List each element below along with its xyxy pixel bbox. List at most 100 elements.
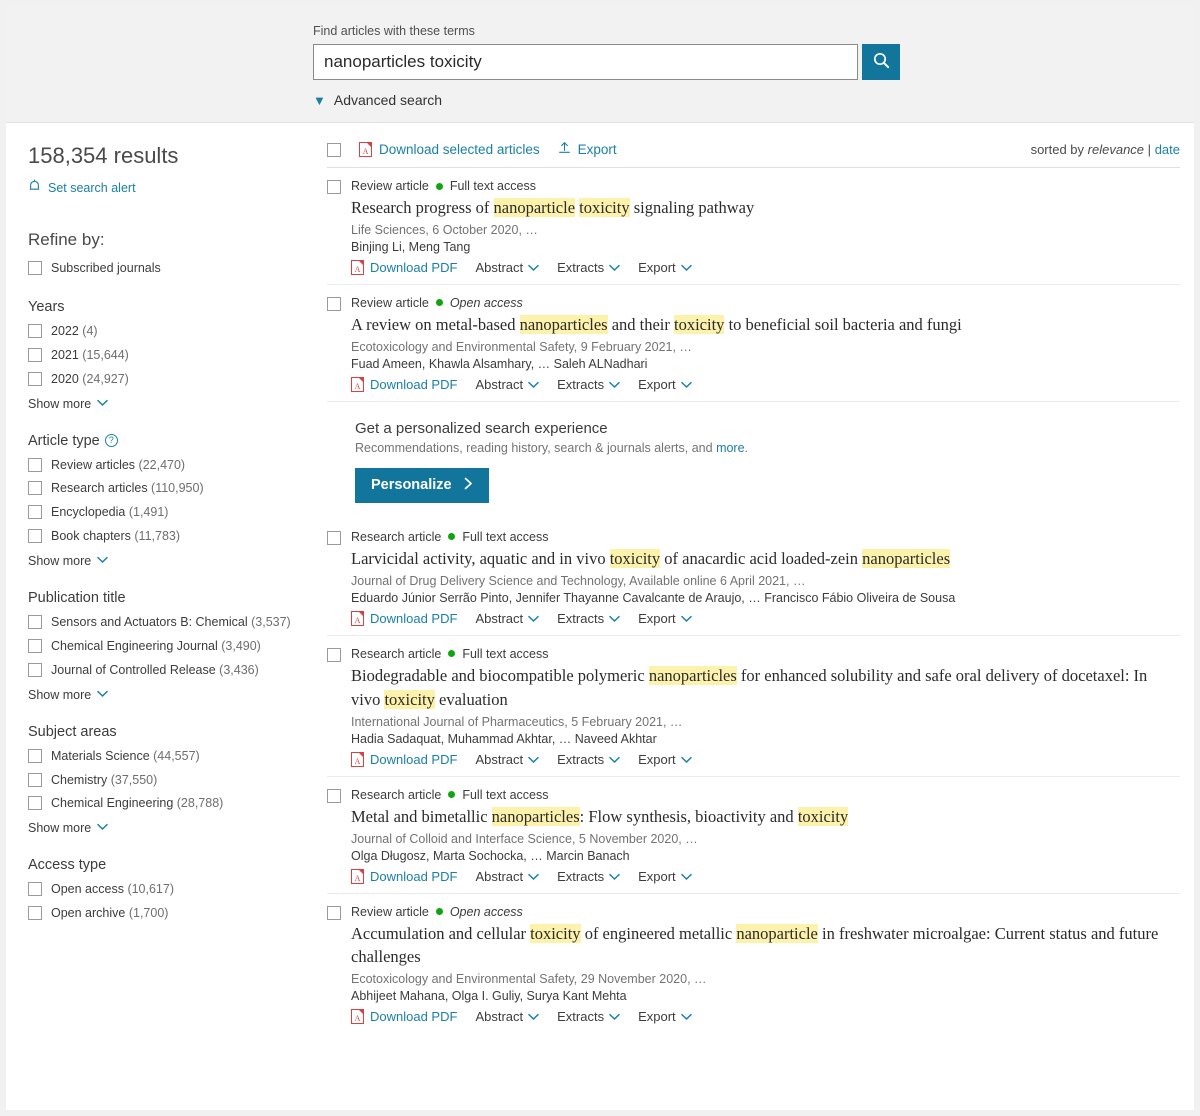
- export-toggle[interactable]: Export: [638, 752, 692, 767]
- result-title[interactable]: A review on metal-based nanoparticles an…: [351, 313, 1180, 337]
- checkbox[interactable]: [28, 371, 42, 386]
- checkbox[interactable]: [28, 347, 42, 362]
- facet-option[interactable]: Chemistry (37,550): [28, 772, 293, 789]
- download-pdf-button[interactable]: Download PDF: [351, 868, 457, 884]
- help-icon[interactable]: ?: [104, 434, 118, 447]
- checkbox[interactable]: [28, 796, 42, 811]
- facet-option[interactable]: Sensors and Actuators B: Chemical (3,537…: [28, 614, 293, 631]
- highlighted-term: toxicity: [609, 548, 661, 568]
- checkbox[interactable]: [28, 481, 42, 496]
- sort-date[interactable]: date: [1155, 142, 1180, 157]
- select-all-checkbox[interactable]: [327, 142, 341, 157]
- facet-option[interactable]: 2022 (4): [28, 323, 293, 340]
- facet-option[interactable]: Encyclopedia (1,491): [28, 504, 293, 521]
- extracts-toggle[interactable]: Extracts: [557, 260, 620, 275]
- checkbox[interactable]: [28, 772, 42, 787]
- show-more-button[interactable]: Show more: [28, 688, 293, 702]
- download-selected-articles-button[interactable]: Download selected articles: [359, 141, 540, 157]
- result-checkbox[interactable]: [327, 905, 341, 920]
- facet-option[interactable]: 2021 (15,644): [28, 347, 293, 364]
- facet-option[interactable]: Chemical Engineering Journal (3,490): [28, 638, 293, 655]
- result-title[interactable]: Accumulation and cellular toxicity of en…: [351, 922, 1180, 970]
- result-checkbox[interactable]: [327, 530, 341, 545]
- checkbox[interactable]: [28, 323, 42, 338]
- facet-label: Book chapters (11,783): [51, 529, 181, 544]
- chevron-down-icon: [609, 377, 620, 392]
- set-search-alert-button[interactable]: Set search alert: [28, 179, 293, 196]
- export-toggle[interactable]: Export: [638, 611, 692, 626]
- checkbox[interactable]: [28, 457, 42, 472]
- result-title[interactable]: Larvicidal activity, aquatic and in vivo…: [351, 547, 1180, 571]
- extracts-toggle[interactable]: Extracts: [557, 869, 620, 884]
- article-type: Research article: [351, 529, 442, 544]
- result-title[interactable]: Metal and bimetallic nanoparticles: Flow…: [351, 805, 1180, 829]
- facet-label: Chemical Engineering (28,788): [51, 796, 224, 811]
- download-pdf-button[interactable]: Download PDF: [351, 1009, 457, 1025]
- result-checkbox[interactable]: [327, 180, 341, 194]
- download-pdf-button[interactable]: Download PDF: [351, 376, 457, 392]
- extracts-toggle[interactable]: Extracts: [557, 752, 620, 767]
- extracts-toggle-label: Extracts: [557, 610, 605, 626]
- result-checkbox[interactable]: [327, 788, 341, 803]
- facet-option[interactable]: Chemical Engineering (28,788): [28, 795, 293, 812]
- facet-option[interactable]: Open access (10,617): [28, 881, 293, 898]
- facet-heading: Publication title: [28, 590, 293, 606]
- search-button[interactable]: [862, 44, 900, 80]
- abstract-toggle[interactable]: Abstract: [475, 611, 539, 626]
- facet-count: (3,436): [219, 662, 259, 677]
- abstract-toggle[interactable]: Abstract: [475, 752, 539, 767]
- show-more-button[interactable]: Show more: [28, 397, 293, 411]
- extracts-toggle[interactable]: Extracts: [557, 377, 620, 392]
- checkbox[interactable]: [28, 662, 42, 677]
- abstract-toggle[interactable]: Abstract: [475, 260, 539, 275]
- checkbox[interactable]: [28, 882, 42, 897]
- abstract-toggle-label: Abstract: [475, 259, 524, 275]
- result-meta: Research article Full text access: [351, 530, 1180, 544]
- export-toggle[interactable]: Export: [638, 377, 692, 392]
- result-body: Review article Open access Accumulation an…: [351, 905, 1180, 1025]
- facet-option[interactable]: Journal of Controlled Release (3,436): [28, 662, 293, 679]
- export-toggle[interactable]: Export: [638, 869, 692, 884]
- promo-more-link[interactable]: more: [716, 441, 744, 455]
- export-button[interactable]: Export: [558, 141, 617, 157]
- facet-option[interactable]: Book chapters (11,783): [28, 528, 293, 545]
- download-pdf-button[interactable]: Download PDF: [351, 751, 457, 767]
- checkbox[interactable]: [28, 906, 42, 921]
- result-checkbox[interactable]: [327, 647, 341, 662]
- show-more-label: Show more: [28, 396, 92, 411]
- checkbox[interactable]: [28, 505, 42, 520]
- abstract-toggle[interactable]: Abstract: [475, 869, 539, 884]
- facet-option[interactable]: Research articles (110,950): [28, 480, 293, 497]
- show-more-button[interactable]: Show more: [28, 554, 293, 568]
- checkbox[interactable]: [28, 529, 42, 544]
- personalize-button[interactable]: Personalize: [355, 467, 489, 503]
- checkbox[interactable]: [28, 261, 42, 275]
- facet-option[interactable]: Review articles (22,470): [28, 457, 293, 474]
- abstract-toggle[interactable]: Abstract: [475, 1009, 539, 1024]
- advanced-search-toggle[interactable]: ▼﻿ Advanced search: [313, 92, 1194, 108]
- chevron-down-icon: [680, 377, 692, 392]
- abstract-toggle[interactable]: Abstract: [475, 377, 539, 392]
- result-item: Review article Full text access Research p…: [327, 168, 1180, 285]
- search-input[interactable]: [313, 44, 858, 80]
- checkbox[interactable]: [28, 638, 42, 653]
- checkbox[interactable]: [28, 615, 42, 629]
- sort-relevance[interactable]: relevance: [1088, 142, 1144, 157]
- result-checkbox[interactable]: [327, 296, 341, 311]
- extracts-toggle[interactable]: Extracts: [557, 611, 620, 626]
- extracts-toggle[interactable]: Extracts: [557, 1009, 620, 1024]
- download-pdf-button[interactable]: Download PDF: [351, 610, 457, 626]
- checkbox[interactable]: [28, 748, 42, 763]
- show-more-button[interactable]: Show more: [28, 821, 293, 835]
- result-item: Research article Full text access Biodegra…: [327, 636, 1180, 777]
- facet-option[interactable]: 2020 (24,927): [28, 371, 293, 388]
- export-toggle[interactable]: Export: [638, 1009, 692, 1024]
- export-toggle[interactable]: Export: [638, 260, 692, 275]
- result-title[interactable]: Research progress of nanoparticle toxici…: [351, 196, 1180, 220]
- facet-option[interactable]: Open archive (1,700): [28, 905, 293, 922]
- download-pdf-button[interactable]: Download PDF: [351, 259, 457, 275]
- facet-subscribed-journals[interactable]: Subscribed journals: [28, 260, 293, 277]
- facet-option[interactable]: Materials Science (44,557): [28, 748, 293, 765]
- download-selected-label: Download selected articles: [379, 141, 540, 157]
- result-title[interactable]: Biodegradable and biocompatible polymeri…: [351, 664, 1180, 712]
